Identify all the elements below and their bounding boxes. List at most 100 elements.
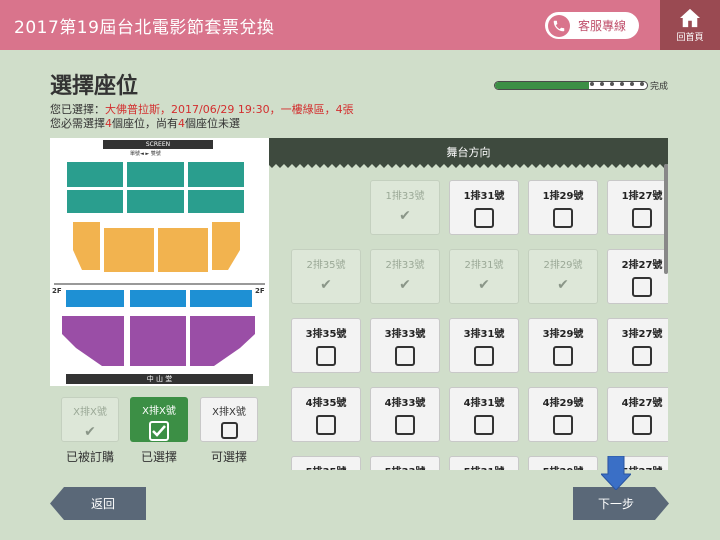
seat-1排31號[interactable]: 1排31號	[449, 180, 519, 235]
seat-label: 3排35號	[305, 329, 347, 340]
next-button[interactable]: 下一步	[573, 487, 669, 520]
home-label: 回首頁	[676, 32, 704, 43]
check-icon: ✔	[399, 277, 411, 293]
seat-label: 4排27號	[621, 398, 663, 409]
seat-3排29號[interactable]: 3排29號	[528, 318, 598, 373]
back-button[interactable]: 返回	[50, 487, 146, 520]
legend-booked-seat: X排X號 ✔	[61, 397, 119, 442]
seat-label: 1排27號	[621, 191, 663, 202]
seat-1排27號[interactable]: 1排27號	[607, 180, 668, 235]
seat-4排31號[interactable]: 4排31號	[449, 387, 519, 442]
seat-label: 5排33號	[385, 463, 426, 470]
page-title: 選擇座位	[50, 74, 139, 99]
checkbox-icon[interactable]	[632, 277, 652, 297]
seat-selection-panel: 舞台方向 1排33號 ✔ 1排31號 1排29號 1排27號 2排35號 ✔ 2排33號 ✔ 2排…	[269, 138, 668, 470]
checkbox-icon[interactable]	[632, 415, 652, 435]
seat-3排27號[interactable]: 3排27號	[607, 318, 668, 373]
requirement-info: 您必需選擇4個座位，尚有4個座位未選	[50, 115, 240, 131]
checked-box-icon	[149, 421, 169, 441]
checkbox-icon[interactable]	[474, 346, 494, 366]
seat-label: 2排29號	[543, 260, 583, 271]
seat-label: 3排27號	[621, 329, 663, 340]
checkbox-icon[interactable]	[632, 208, 652, 228]
seat-2排27號[interactable]: 2排27號	[607, 249, 668, 304]
home-button[interactable]: 回首頁	[660, 0, 720, 50]
legend-seat-label: X排X號	[212, 407, 246, 418]
app-header: 2017第19屆台北電影節套票兌換 客服專線 回首頁	[0, 0, 720, 50]
checkbox-icon[interactable]	[553, 415, 573, 435]
stage-header: 舞台方向	[269, 138, 668, 168]
seat-label: 3排29號	[542, 329, 584, 340]
seat-label: 1排33號	[385, 191, 425, 202]
check-icon: ✔	[478, 277, 490, 293]
seat-label: 2排27號	[621, 260, 663, 271]
seat-label: 1排29號	[542, 191, 584, 202]
checkbox-icon[interactable]	[395, 346, 415, 366]
seat-label: 2排33號	[385, 260, 425, 271]
requirement-text-a: 您必需選擇	[50, 117, 105, 130]
floor-left-label: 2F	[52, 287, 62, 295]
seat-5排31號[interactable]: 5排31號	[449, 456, 519, 470]
progress-label: 完成	[650, 82, 669, 92]
legend-seat-label: X排X號	[142, 406, 176, 417]
floor-right-label: 2F	[255, 287, 265, 295]
checkbox-icon[interactable]	[395, 415, 415, 435]
seat-label: 4排29號	[542, 398, 584, 409]
hall-label: 中 山 堂	[66, 374, 253, 384]
seat-4排27號[interactable]: 4排27號	[607, 387, 668, 442]
checkbox-icon	[220, 422, 238, 439]
seat-4排33號[interactable]: 4排33號	[370, 387, 440, 442]
seat-4排29號[interactable]: 4排29號	[528, 387, 598, 442]
seat-2排35號: 2排35號 ✔	[291, 249, 361, 304]
seat-label: 5排29號	[543, 463, 584, 470]
seat-label: 5排35號	[306, 463, 347, 470]
seat-5排35號[interactable]: 5排35號	[291, 456, 361, 470]
seat-3排35號[interactable]: 3排35號	[291, 318, 361, 373]
phone-icon	[548, 14, 570, 37]
seat-5排29號[interactable]: 5排29號	[528, 456, 598, 470]
pointer-arrow-icon	[601, 456, 631, 490]
seat-label: 4排35號	[305, 398, 347, 409]
home-icon	[680, 8, 700, 27]
seat-label: 4排31號	[463, 398, 505, 409]
seat-label: 5排31號	[464, 463, 505, 470]
seat-label: 1排31號	[463, 191, 505, 202]
seat-map-diagram	[54, 162, 265, 366]
legend-selected-seat: X排X號	[130, 397, 188, 442]
check-icon: ✔	[84, 424, 96, 440]
checkbox-icon[interactable]	[316, 346, 336, 366]
checkbox-icon[interactable]	[553, 346, 573, 366]
customer-service-button[interactable]: 客服專線	[545, 12, 639, 39]
seat-5排33號[interactable]: 5排33號	[370, 456, 440, 470]
requirement-text-e: 個座位未選	[185, 117, 240, 130]
seat-1排33號: 1排33號 ✔	[370, 180, 440, 235]
app-title: 2017第19屆台北電影節套票兌換	[14, 18, 275, 38]
legend-available-seat: X排X號	[200, 397, 258, 442]
required-count: 4	[105, 117, 112, 130]
legend-available-text: 可選擇	[210, 450, 247, 464]
seat-4排35號[interactable]: 4排35號	[291, 387, 361, 442]
checkbox-icon[interactable]	[553, 208, 573, 228]
checkbox-icon[interactable]	[316, 415, 336, 435]
seat-label: 4排33號	[384, 398, 426, 409]
legend-booked-text: 已被訂購	[65, 450, 114, 464]
seat-label: 3排33號	[384, 329, 426, 340]
checkbox-icon[interactable]	[474, 208, 494, 228]
seat-1排29號[interactable]: 1排29號	[528, 180, 598, 235]
seat-label: 2排35號	[306, 260, 346, 271]
progress-fill	[495, 82, 590, 89]
check-icon: ✔	[320, 277, 332, 293]
seat-3排33號[interactable]: 3排33號	[370, 318, 440, 373]
customer-service-label: 客服專線	[578, 19, 627, 33]
scrollbar[interactable]	[664, 164, 668, 274]
legend-selected-text: 已選擇	[140, 450, 177, 464]
seat-2排31號: 2排31號 ✔	[449, 249, 519, 304]
progress-dots	[590, 82, 644, 86]
checkbox-icon[interactable]	[632, 346, 652, 366]
checkbox-icon[interactable]	[474, 415, 494, 435]
seat-map: SCREEN 單號◄ ► 雙號 2F 2F 中 山 堂	[50, 138, 269, 386]
requirement-text-c: 個座位，尚有	[112, 117, 178, 130]
remaining-count: 4	[178, 117, 185, 130]
seat-3排31號[interactable]: 3排31號	[449, 318, 519, 373]
seat-label: 3排31號	[463, 329, 505, 340]
